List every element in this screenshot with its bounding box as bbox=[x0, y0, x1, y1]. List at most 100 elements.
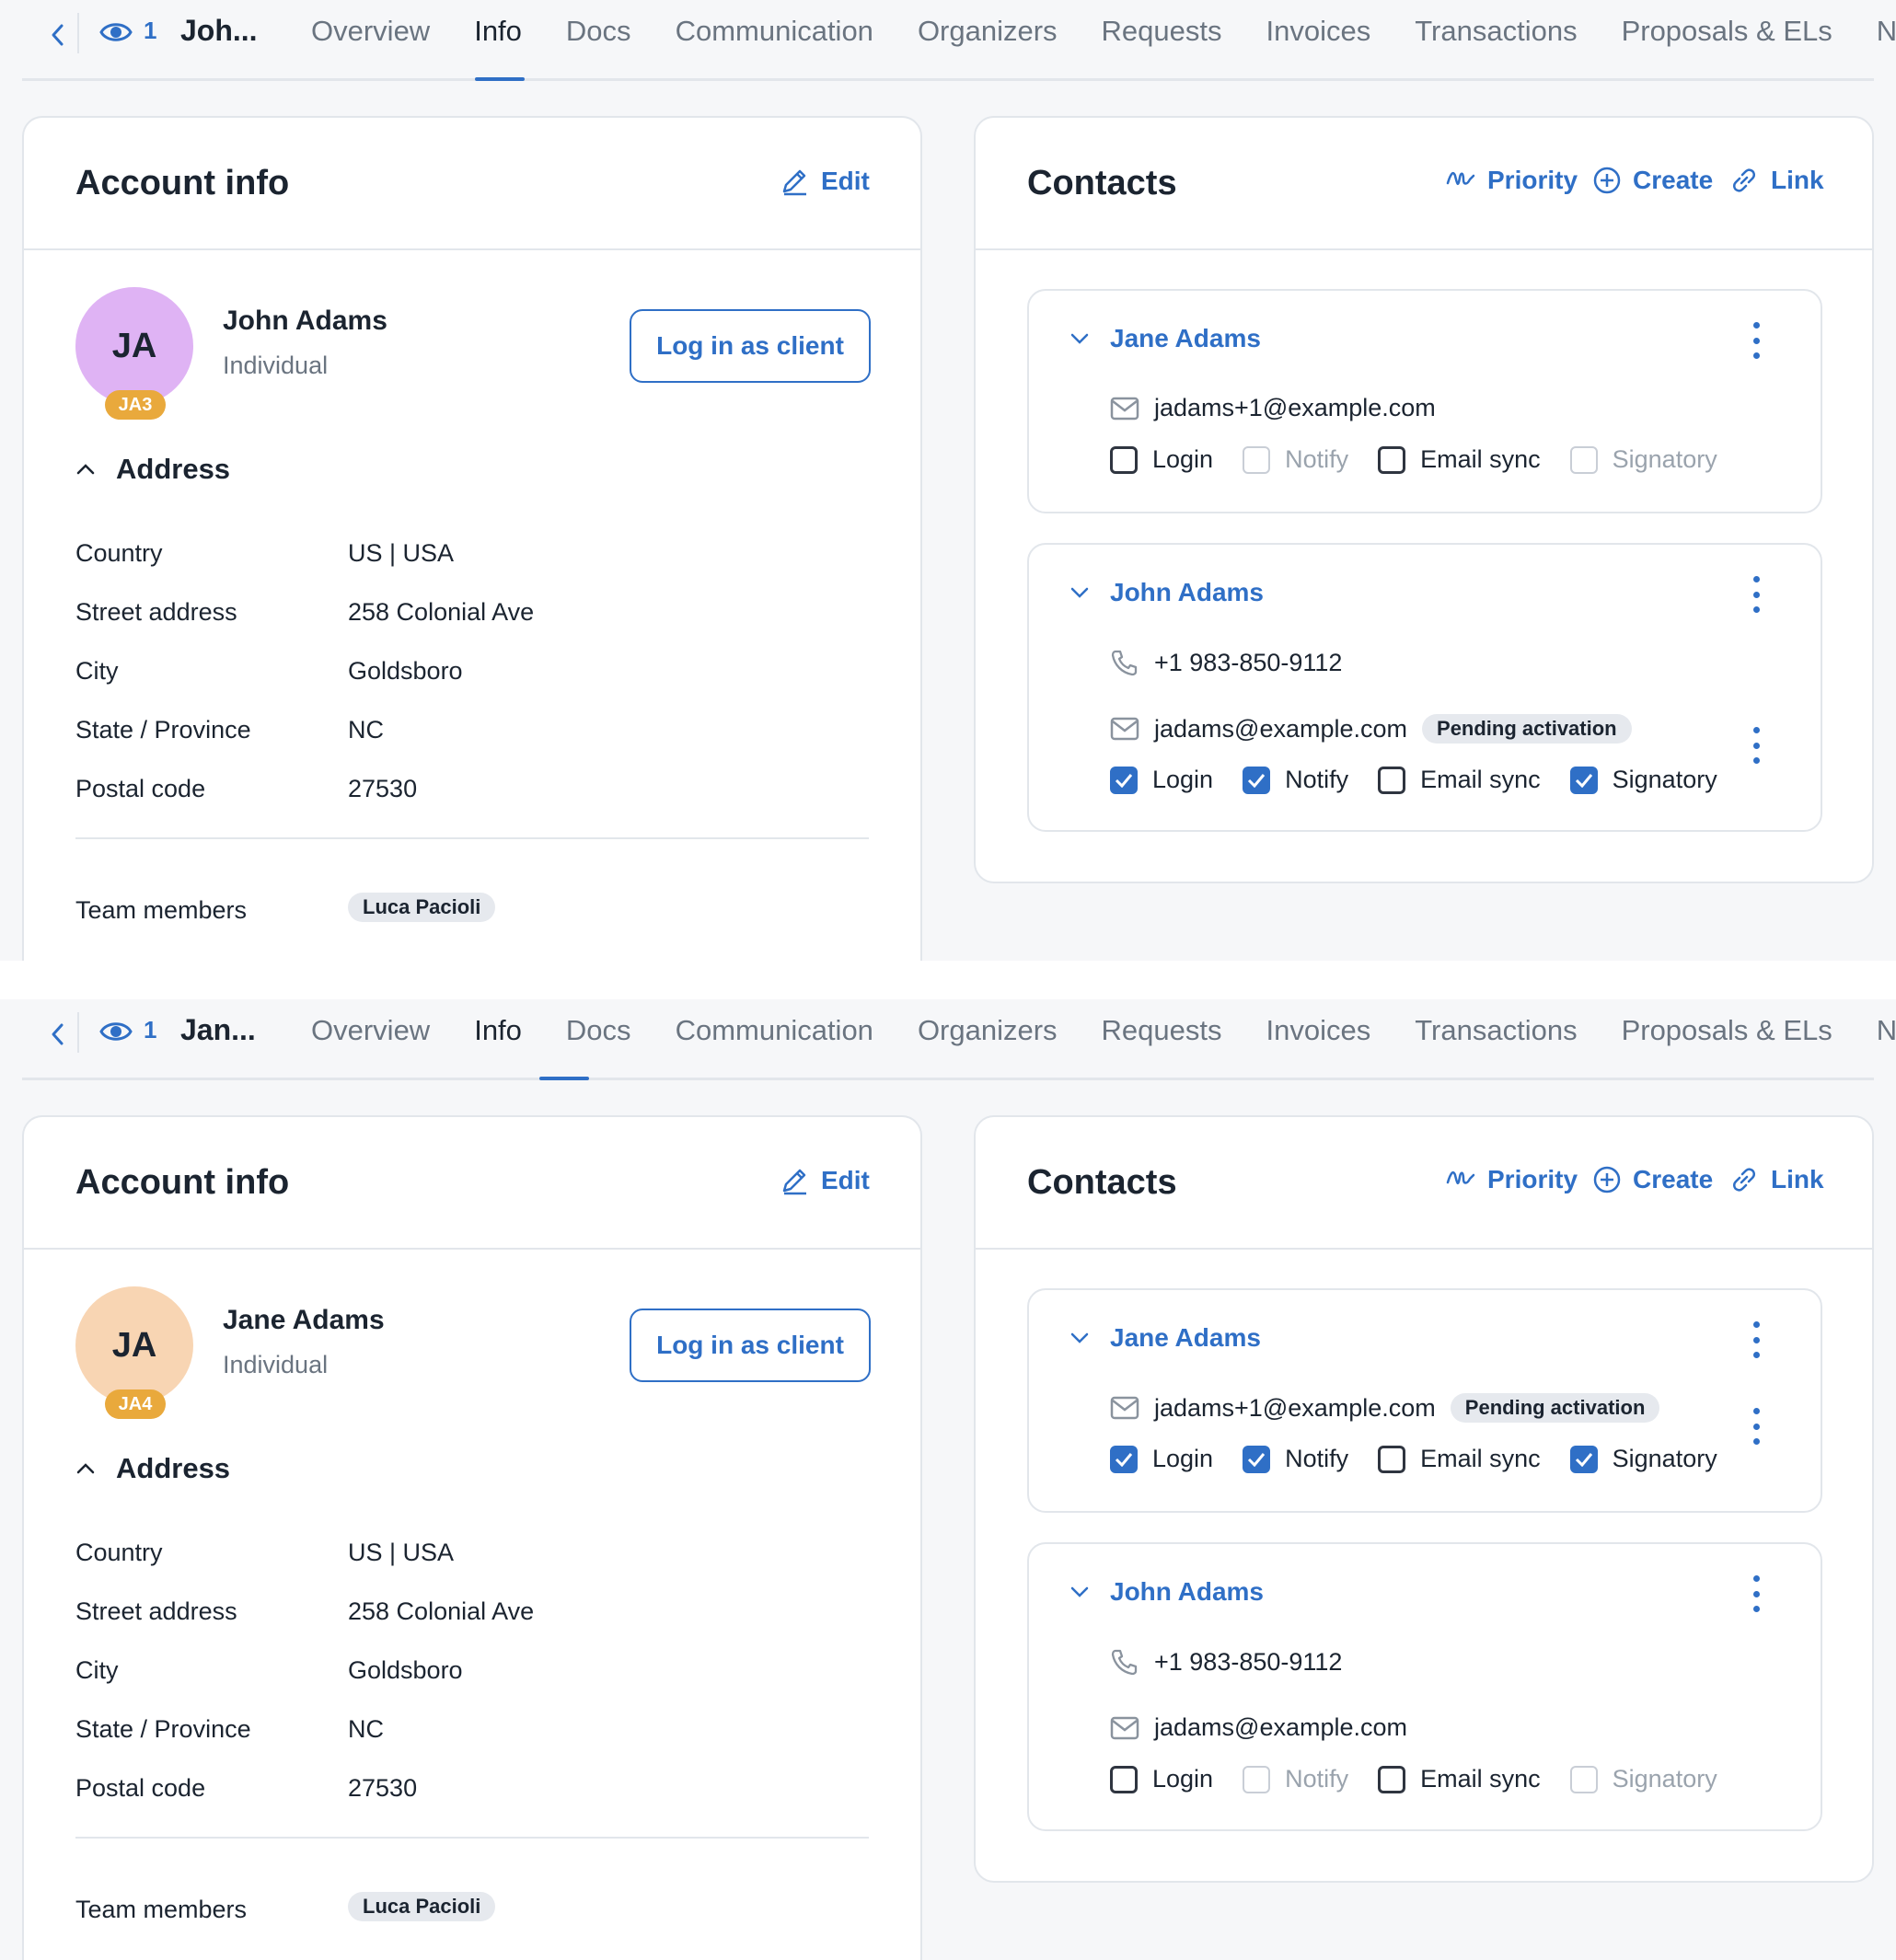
tab-info[interactable]: Info bbox=[474, 999, 522, 1080]
more-icon[interactable] bbox=[1747, 576, 1765, 613]
account-info-title: Account info bbox=[75, 164, 290, 202]
priority-label: Priority bbox=[1487, 1165, 1578, 1193]
tab-organizers[interactable]: Organizers bbox=[918, 0, 1058, 81]
mail-icon bbox=[1110, 717, 1139, 741]
tab-more[interactable]: N bbox=[1877, 0, 1896, 81]
tab-communication[interactable]: Communication bbox=[676, 0, 873, 81]
notify-checkbox[interactable]: Notify bbox=[1243, 766, 1348, 794]
link-contact-button[interactable]: Link bbox=[1728, 1165, 1824, 1194]
log-in-as-client-button[interactable]: Log in as client bbox=[630, 309, 871, 383]
eye-icon[interactable] bbox=[99, 18, 133, 46]
more-icon[interactable] bbox=[1747, 727, 1765, 764]
address-value: 258 Colonial Ave bbox=[348, 1597, 535, 1625]
address-key: Street address bbox=[75, 1597, 237, 1625]
tab-invoices[interactable]: Invoices bbox=[1266, 999, 1371, 1080]
more-icon[interactable] bbox=[1747, 1408, 1765, 1445]
email-sync-checkbox[interactable]: Email sync bbox=[1378, 1445, 1541, 1473]
address-toggle[interactable]: Address bbox=[75, 453, 230, 486]
client-view-john: 1 Joh... Overview Info Docs Communicatio… bbox=[0, 0, 1896, 961]
contact-email: jadams@example.com bbox=[1154, 1713, 1408, 1741]
login-checkbox[interactable]: Login bbox=[1110, 1765, 1213, 1793]
contact-toggle[interactable]: John Adams bbox=[1069, 578, 1264, 607]
edit-label: Edit bbox=[821, 167, 870, 195]
active-tab-indicator bbox=[539, 1077, 589, 1080]
divider bbox=[77, 13, 79, 53]
contact-email: jadams@example.com bbox=[1154, 714, 1408, 743]
address-value: NC bbox=[348, 1715, 384, 1743]
tab-proposals[interactable]: Proposals & ELs bbox=[1622, 999, 1832, 1080]
plus-circle-icon bbox=[1593, 1166, 1621, 1193]
address-key: Street address bbox=[75, 598, 237, 626]
client-code-badge: JA3 bbox=[105, 390, 166, 420]
back-button[interactable] bbox=[29, 13, 85, 57]
address-key: State / Province bbox=[75, 716, 251, 744]
log-in-as-client-button[interactable]: Log in as client bbox=[630, 1309, 871, 1382]
login-checkbox[interactable]: Login bbox=[1110, 766, 1213, 794]
contact-card: John Adams +1 983-850-9112 jadams@exampl… bbox=[1027, 1542, 1822, 1831]
priority-button[interactable]: Priority bbox=[1445, 1165, 1578, 1194]
login-checkbox[interactable]: Login bbox=[1110, 1445, 1213, 1473]
back-button[interactable] bbox=[29, 1012, 85, 1056]
address-toggle[interactable]: Address bbox=[75, 1452, 230, 1485]
edit-button[interactable]: Edit bbox=[779, 166, 870, 197]
notify-checkbox: Notify bbox=[1243, 445, 1348, 474]
account-info-header: Account info Edit bbox=[24, 118, 920, 250]
notify-checkbox[interactable]: Notify bbox=[1243, 1445, 1348, 1473]
create-contact-button[interactable]: Create bbox=[1592, 166, 1713, 195]
divider bbox=[75, 1837, 869, 1839]
team-member-chip[interactable]: Luca Pacioli bbox=[348, 1892, 496, 1921]
tab-proposals[interactable]: Proposals & ELs bbox=[1622, 0, 1832, 81]
notify-label: Notify bbox=[1285, 1445, 1349, 1472]
priority-button[interactable]: Priority bbox=[1445, 166, 1578, 195]
tab-transactions[interactable]: Transactions bbox=[1415, 999, 1577, 1080]
more-icon[interactable] bbox=[1747, 322, 1765, 359]
contact-phone: +1 983-850-9112 bbox=[1154, 648, 1343, 676]
tab-more[interactable]: N bbox=[1877, 999, 1896, 1080]
top-nav: 1 Joh... Overview Info Docs Communicatio… bbox=[22, 0, 1896, 81]
team-member-chip[interactable]: Luca Pacioli bbox=[348, 893, 496, 922]
tab-bar: Overview Info Docs Communication Organiz… bbox=[311, 999, 1896, 1080]
tab-requests[interactable]: Requests bbox=[1102, 999, 1222, 1080]
tab-communication[interactable]: Communication bbox=[676, 999, 873, 1080]
signatory-checkbox[interactable]: Signatory bbox=[1569, 1445, 1717, 1473]
link-contact-button[interactable]: Link bbox=[1728, 166, 1824, 195]
tab-requests[interactable]: Requests bbox=[1102, 0, 1222, 81]
tab-docs[interactable]: Docs bbox=[566, 999, 631, 1080]
signature-icon bbox=[1446, 172, 1475, 185]
email-sync-checkbox[interactable]: Email sync bbox=[1378, 766, 1541, 794]
contact-toggle[interactable]: Jane Adams bbox=[1069, 324, 1261, 353]
login-checkbox[interactable]: Login bbox=[1110, 445, 1213, 474]
address-key: Country bbox=[75, 539, 163, 567]
check-icon bbox=[1575, 1452, 1592, 1467]
contacts-panel: Contacts Priority Create Link Jane Adams bbox=[974, 1115, 1874, 1883]
contact-toggle[interactable]: John Adams bbox=[1069, 1577, 1264, 1607]
tab-docs[interactable]: Docs bbox=[566, 0, 631, 81]
signatory-label: Signatory bbox=[1612, 1445, 1717, 1472]
tab-invoices[interactable]: Invoices bbox=[1266, 0, 1371, 81]
client-type: Individual bbox=[223, 1351, 329, 1378]
link-icon bbox=[1733, 1168, 1755, 1192]
tab-transactions[interactable]: Transactions bbox=[1415, 0, 1577, 81]
account-info-title: Account info bbox=[75, 1163, 290, 1202]
tab-organizers[interactable]: Organizers bbox=[918, 999, 1058, 1080]
contact-email-row: jadams@example.com bbox=[1110, 1713, 1407, 1742]
priority-label: Priority bbox=[1487, 166, 1578, 194]
tab-overview[interactable]: Overview bbox=[311, 999, 430, 1080]
edit-button[interactable]: Edit bbox=[779, 1165, 870, 1196]
contact-toggle[interactable]: Jane Adams bbox=[1069, 1323, 1261, 1353]
contacts-header: Contacts Priority Create Link bbox=[976, 1117, 1872, 1250]
more-icon[interactable] bbox=[1747, 1575, 1765, 1612]
tab-info[interactable]: Info bbox=[474, 0, 522, 81]
phone-icon bbox=[1111, 1649, 1138, 1676]
eye-icon[interactable] bbox=[99, 1018, 133, 1045]
email-sync-label: Email sync bbox=[1420, 445, 1541, 473]
more-icon[interactable] bbox=[1747, 1321, 1765, 1358]
email-sync-checkbox[interactable]: Email sync bbox=[1378, 1765, 1541, 1793]
create-contact-button[interactable]: Create bbox=[1592, 1165, 1713, 1194]
signatory-checkbox[interactable]: Signatory bbox=[1569, 766, 1717, 794]
tab-overview[interactable]: Overview bbox=[311, 0, 430, 81]
contact-email-row: jadams+1@example.com bbox=[1110, 394, 1436, 422]
email-sync-checkbox[interactable]: Email sync bbox=[1378, 445, 1541, 474]
chevron-left-icon bbox=[52, 1023, 64, 1045]
contact-phone-row: +1 983-850-9112 bbox=[1110, 1647, 1342, 1677]
